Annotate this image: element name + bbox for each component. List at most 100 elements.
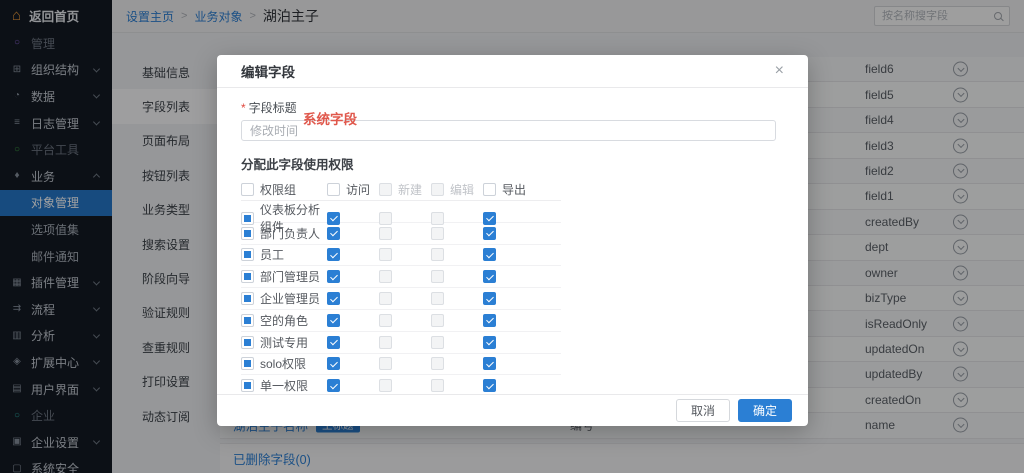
perm-cell [327,336,379,349]
perm-header-checkbox[interactable] [483,183,496,196]
perm-cell [327,292,379,305]
perm-row-部门管理员: 部门管理员 [241,266,561,288]
perm-checkbox[interactable] [483,227,496,240]
perm-group-label: 部门管理员 [260,268,320,285]
perm-checkbox[interactable] [327,227,340,240]
perm-checkbox[interactable] [327,270,340,283]
edit-field-modal: 编辑字段 × *字段标题 系统字段 分配此字段使用权限 权限组访问新建编辑导出 … [217,55,808,426]
cancel-button[interactable]: 取消 [676,399,730,422]
perm-cell [379,270,431,283]
perm-cell [327,270,379,283]
perm-cell [379,357,431,370]
perm-header-checkbox [431,183,444,196]
perm-group-label: 单一权限 [260,377,308,394]
perm-cell [379,227,431,240]
perm-column-2: 新建 [379,181,431,198]
perm-checkbox[interactable] [483,336,496,349]
perm-group-checkbox[interactable] [241,227,254,240]
perm-checkbox[interactable] [483,248,496,261]
perm-header-checkbox[interactable] [327,183,340,196]
perm-group-checkbox[interactable] [241,379,254,392]
perm-group-checkbox[interactable] [241,357,254,370]
modal-body: *字段标题 系统字段 分配此字段使用权限 权限组访问新建编辑导出 仪表板分析组件… [217,88,808,394]
perm-cell [379,248,431,261]
perm-group-checkbox[interactable] [241,314,254,327]
perm-checkbox [431,379,444,392]
perm-checkbox[interactable] [483,292,496,305]
perm-checkbox [431,248,444,261]
perm-cell [379,336,431,349]
modal-header: 编辑字段 × [217,55,808,88]
perm-group-checkbox[interactable] [241,270,254,283]
perm-column-label: 导出 [502,181,526,198]
perm-cell [483,357,535,370]
perm-checkbox[interactable] [327,314,340,327]
perm-checkbox[interactable] [327,357,340,370]
perm-column-label: 编辑 [450,181,474,198]
perm-group-cell: 部门负责人 [241,225,327,242]
perm-group-cell: 空的角色 [241,312,327,329]
perm-checkbox[interactable] [483,357,496,370]
perm-group-checkbox[interactable] [241,336,254,349]
perm-header-checkbox[interactable] [241,183,254,196]
perm-group-cell: 企业管理员 [241,290,327,307]
perm-group-label: 员工 [260,246,284,263]
perm-cell [431,248,483,261]
perm-cell [431,336,483,349]
perm-cell [483,314,535,327]
perm-cell [327,248,379,261]
perm-checkbox [379,379,392,392]
perm-group-label: solo权限 [260,355,306,372]
perm-checkbox [379,357,392,370]
perm-checkbox[interactable] [327,248,340,261]
perm-checkbox[interactable] [327,379,340,392]
perm-group-checkbox[interactable] [241,292,254,305]
perm-cell [431,314,483,327]
perm-checkbox [379,270,392,283]
perm-column-label: 新建 [398,181,422,198]
perm-cell [327,314,379,327]
perm-checkbox[interactable] [327,336,340,349]
perm-group-checkbox[interactable] [241,212,254,225]
confirm-button[interactable]: 确定 [738,399,792,422]
perm-checkbox[interactable] [483,270,496,283]
perm-column-label: 访问 [346,181,370,198]
perm-checkbox [379,248,392,261]
perm-group-checkbox[interactable] [241,248,254,261]
perm-column-3: 编辑 [431,181,483,198]
perm-column-1: 访问 [327,181,379,198]
perm-column-0: 权限组 [241,181,327,198]
perm-row-部门负责人: 部门负责人 [241,223,561,245]
perm-group-label: 测试专用 [260,334,308,351]
close-icon[interactable]: × [775,63,784,79]
permission-table-rows: 仪表板分析组件部门负责人员工部门管理员企业管理员空的角色测试专用solo权限单一… [241,201,561,394]
perm-group-label: 部门负责人 [260,225,320,242]
perm-row-空的角色: 空的角色 [241,310,561,332]
perm-checkbox [379,314,392,327]
perm-checkbox[interactable] [327,292,340,305]
perm-cell [327,227,379,240]
perm-cell [483,248,535,261]
perm-checkbox [379,212,392,225]
perm-checkbox[interactable] [483,314,496,327]
perm-header-checkbox [379,183,392,196]
perm-checkbox [431,227,444,240]
perm-group-cell: 单一权限 [241,377,327,394]
perm-cell [431,357,483,370]
perm-checkbox[interactable] [327,212,340,225]
perm-row-solo权限: solo权限 [241,354,561,376]
perm-cell [431,292,483,305]
perm-cell [483,212,535,225]
perm-checkbox[interactable] [483,212,496,225]
perm-cell [431,212,483,225]
perm-checkbox [379,227,392,240]
perm-cell [483,227,535,240]
perm-group-cell: 测试专用 [241,334,327,351]
perm-checkbox[interactable] [483,379,496,392]
permission-table: 权限组访问新建编辑导出 仪表板分析组件部门负责人员工部门管理员企业管理员空的角色… [241,179,561,394]
perm-checkbox [431,314,444,327]
perm-group-cell: 员工 [241,246,327,263]
permission-section-title: 分配此字段使用权限 [241,154,784,173]
perm-cell [483,270,535,283]
perm-cell [379,292,431,305]
